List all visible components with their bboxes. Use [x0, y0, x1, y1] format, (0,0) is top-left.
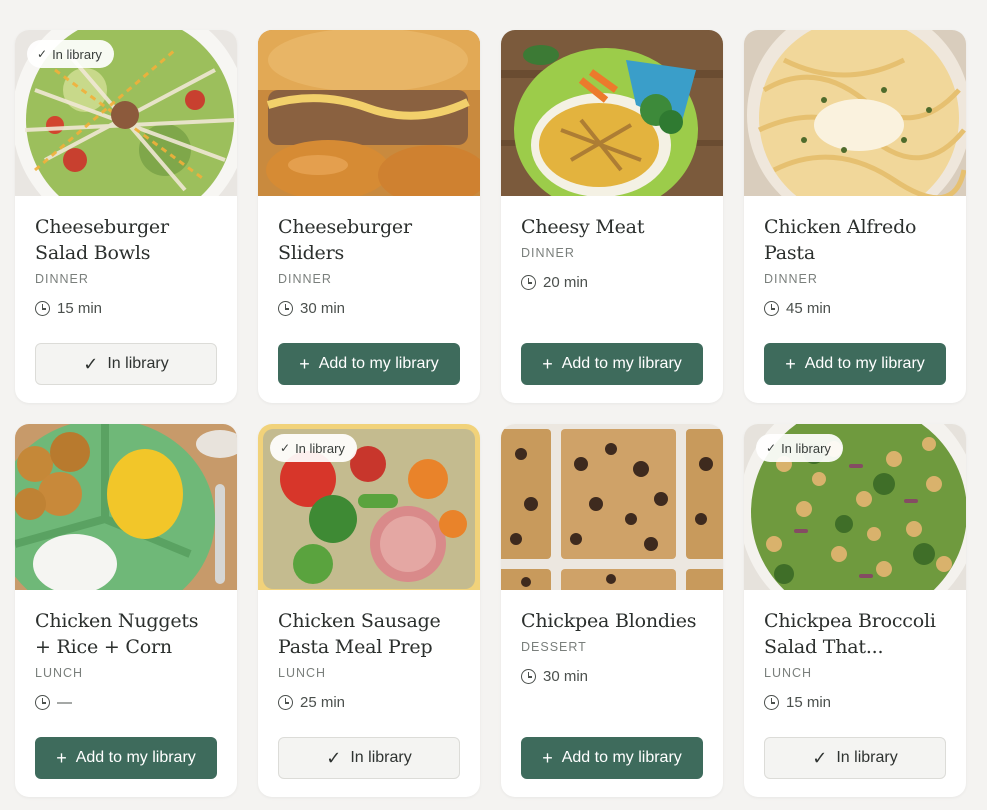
- sliders-photo: [258, 30, 480, 196]
- plus-icon: +: [785, 354, 796, 374]
- recipe-time: 30 min: [278, 300, 460, 317]
- recipe-photo[interactable]: [15, 424, 237, 590]
- plus-icon: +: [542, 748, 553, 768]
- in-library-button[interactable]: ✓ In library: [35, 343, 217, 385]
- recipe-title[interactable]: Chicken Sausage Pasta Meal Prep: [278, 608, 460, 660]
- blondies-photo: [501, 424, 723, 590]
- clock-icon: [521, 275, 536, 290]
- recipe-time: 15 min: [35, 300, 217, 317]
- alfredo-photo: [744, 30, 966, 196]
- recipe-time: 15 min: [764, 694, 946, 711]
- recipe-photo[interactable]: ✓ In library: [744, 424, 966, 590]
- recipe-title[interactable]: Chickpea Broccoli Salad That...: [764, 608, 946, 660]
- recipe-card[interactable]: Cheeseburger Sliders DINNER 30 min + Add…: [258, 30, 480, 403]
- recipe-title[interactable]: Chicken Alfredo Pasta: [764, 214, 946, 266]
- recipe-card[interactable]: Chicken Alfredo Pasta DINNER 45 min + Ad…: [744, 30, 966, 403]
- pasta-plate-photo: [501, 30, 723, 196]
- recipe-card[interactable]: ✓ In library Chicken Sausage Pasta Meal …: [258, 424, 480, 797]
- check-icon: ✓: [766, 441, 777, 455]
- nuggets-photo: [15, 424, 237, 590]
- recipe-photo[interactable]: [501, 424, 723, 590]
- recipe-photo[interactable]: ✓ In library: [15, 30, 237, 196]
- recipe-category: LUNCH: [35, 666, 84, 680]
- recipe-photo[interactable]: [258, 30, 480, 196]
- recipe-category: LUNCH: [278, 666, 327, 680]
- recipe-category: DINNER: [764, 272, 818, 286]
- in-library-button[interactable]: ✓ In library: [278, 737, 460, 779]
- clock-icon: [278, 301, 293, 316]
- recipe-photo[interactable]: ✓ In library: [258, 424, 480, 590]
- recipe-grid: ✓ In library Cheeseburger Salad Bowls DI…: [15, 30, 967, 797]
- recipe-time: 25 min: [278, 694, 460, 711]
- recipe-category: LUNCH: [764, 666, 813, 680]
- in-library-button[interactable]: ✓ In library: [764, 737, 946, 779]
- plus-icon: +: [56, 748, 67, 768]
- clock-icon: [764, 301, 779, 316]
- recipe-photo[interactable]: [501, 30, 723, 196]
- add-to-library-button[interactable]: + Add to my library: [521, 343, 703, 385]
- clock-icon: [278, 695, 293, 710]
- recipe-title[interactable]: Cheeseburger Sliders: [278, 214, 460, 266]
- add-to-library-button[interactable]: + Add to my library: [35, 737, 217, 779]
- clock-icon: [521, 669, 536, 684]
- in-library-badge: ✓ In library: [27, 40, 114, 68]
- recipe-card[interactable]: ✓ In library Chickpea Broccoli Salad Tha…: [744, 424, 966, 797]
- recipe-card[interactable]: Cheesy Meat DINNER 20 min + Add to my li…: [501, 30, 723, 403]
- recipe-category: DINNER: [521, 246, 575, 260]
- check-icon: ✓: [83, 354, 99, 374]
- recipe-title[interactable]: Cheesy Meat: [521, 214, 703, 240]
- plus-icon: +: [299, 354, 310, 374]
- recipe-card[interactable]: ✓ In library Cheeseburger Salad Bowls DI…: [15, 30, 237, 403]
- add-to-library-button[interactable]: + Add to my library: [278, 343, 460, 385]
- recipe-time: 20 min: [521, 274, 703, 291]
- recipe-title[interactable]: Cheeseburger Salad Bowls: [35, 214, 217, 266]
- check-icon: ✓: [326, 748, 342, 768]
- recipe-category: DESSERT: [521, 640, 587, 654]
- in-library-badge: ✓ In library: [756, 434, 843, 462]
- recipe-title[interactable]: Chickpea Blondies: [521, 608, 703, 634]
- clock-icon: [35, 695, 50, 710]
- recipe-card[interactable]: Chicken Nuggets + Rice + Corn LUNCH — + …: [15, 424, 237, 797]
- plus-icon: +: [542, 354, 553, 374]
- check-icon: ✓: [280, 441, 291, 455]
- add-to-library-button[interactable]: + Add to my library: [521, 737, 703, 779]
- recipe-photo[interactable]: [744, 30, 966, 196]
- clock-icon: [764, 695, 779, 710]
- recipe-title[interactable]: Chicken Nuggets + Rice + Corn: [35, 608, 217, 660]
- recipe-category: DINNER: [278, 272, 332, 286]
- recipe-time: 45 min: [764, 300, 946, 317]
- recipe-card[interactable]: Chickpea Blondies DESSERT 30 min + Add t…: [501, 424, 723, 797]
- recipe-time: —: [35, 694, 217, 711]
- add-to-library-button[interactable]: + Add to my library: [764, 343, 946, 385]
- clock-icon: [35, 301, 50, 316]
- check-icon: ✓: [812, 748, 828, 768]
- recipe-time: 30 min: [521, 668, 703, 685]
- check-icon: ✓: [37, 47, 48, 61]
- in-library-badge: ✓ In library: [270, 434, 357, 462]
- recipe-category: DINNER: [35, 272, 89, 286]
